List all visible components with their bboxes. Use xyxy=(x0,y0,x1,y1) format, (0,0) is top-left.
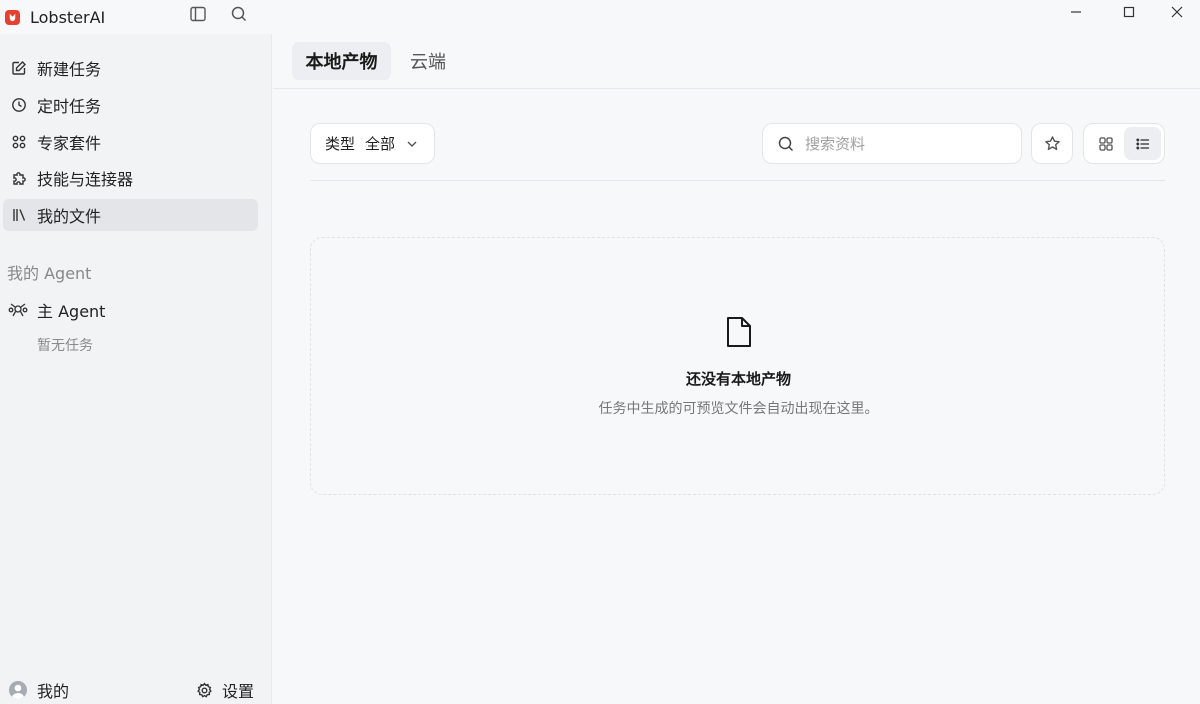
grid-dots-icon xyxy=(10,133,28,151)
empty-state-title: 还没有本地产物 xyxy=(685,370,791,388)
puzzle-icon xyxy=(10,169,28,187)
agent-item-main[interactable]: 主 Agent xyxy=(8,297,105,323)
title-bar: LobsterAI xyxy=(0,0,1200,34)
filter-value: 全部 xyxy=(365,135,396,153)
list-view-icon xyxy=(1135,136,1151,152)
sidebar-item-my-files[interactable]: 我的文件 xyxy=(3,199,258,231)
user-profile-button[interactable]: 我的 xyxy=(9,678,69,702)
sidebar-toggle-icon[interactable] xyxy=(187,3,209,25)
lobster-logo-icon xyxy=(5,9,20,25)
agent-label: 主 Agent xyxy=(37,302,106,321)
sidebar-item-new-task[interactable]: 新建任务 xyxy=(3,52,258,84)
sidebar-item-skills-connectors[interactable]: 技能与连接器 xyxy=(3,162,258,194)
list-view-button[interactable] xyxy=(1124,127,1161,160)
type-filter-dropdown[interactable]: 类型 全部 xyxy=(310,123,435,164)
agent-empty-text: 暂无任务 xyxy=(37,338,93,354)
grid-view-button[interactable] xyxy=(1087,127,1124,160)
search-icon xyxy=(777,135,795,153)
filter-type-label: 类型 xyxy=(325,135,356,153)
search-input[interactable] xyxy=(805,134,1005,153)
gear-icon xyxy=(196,681,213,699)
user-label: 我的 xyxy=(37,682,70,701)
tab-local-artifacts[interactable]: 本地产物 xyxy=(292,42,391,80)
brand: LobsterAI xyxy=(5,8,105,27)
agent-icon xyxy=(8,301,28,319)
sidebar-item-scheduled-tasks[interactable]: 定时任务 xyxy=(3,89,258,121)
clock-icon xyxy=(10,96,28,114)
empty-state-card: 还没有本地产物 任务中生成的可预览文件会自动出现在这里。 xyxy=(310,237,1165,495)
minimize-button[interactable] xyxy=(1053,0,1099,24)
tab-label: 云端 xyxy=(410,52,446,73)
sidebar-item-label: 新建任务 xyxy=(37,60,102,79)
main-panel: 本地产物 云端 类型 全部 搜索资料 还没有本地产物 任务中生成的可预览文件会自… xyxy=(273,34,1200,704)
chevron-down-icon xyxy=(405,137,419,151)
tab-label: 本地产物 xyxy=(305,52,378,73)
sidebar-item-expert-kits[interactable]: 专家套件 xyxy=(3,126,258,158)
close-button[interactable] xyxy=(1154,0,1200,24)
favorites-button[interactable] xyxy=(1031,123,1073,164)
grid-view-icon xyxy=(1098,136,1114,152)
view-mode-toggle xyxy=(1083,123,1165,164)
edit-icon xyxy=(10,59,28,77)
sidebar-item-label: 专家套件 xyxy=(37,134,102,153)
star-icon xyxy=(1044,135,1061,152)
tab-cloud[interactable]: 云端 xyxy=(400,42,456,80)
sidebar-item-label: 我的文件 xyxy=(37,207,102,226)
sidebar: 新建任务 定时任务 专家套件 技能与连接器 我的文件 我的 Agent 主 Ag… xyxy=(0,34,272,704)
library-icon xyxy=(10,206,28,224)
sidebar-item-label: 技能与连接器 xyxy=(37,170,134,189)
toolbar-divider xyxy=(310,180,1165,181)
settings-button[interactable]: 设置 xyxy=(196,678,254,702)
search-icon[interactable] xyxy=(228,3,250,25)
settings-label: 设置 xyxy=(222,682,255,701)
sidebar-item-label: 定时任务 xyxy=(37,97,102,116)
avatar xyxy=(9,681,27,699)
maximize-button[interactable] xyxy=(1106,0,1152,24)
app-window: LobsterAI 新建任务 定时任务 专家套件 技能与连接器 我的文件 我的 … xyxy=(0,0,1200,704)
file-icon xyxy=(724,315,754,349)
search-box xyxy=(762,123,1022,164)
agent-section-title: 我的 Agent xyxy=(7,264,92,283)
app-title: LobsterAI xyxy=(30,7,106,27)
tab-bar: 本地产物 云端 xyxy=(273,34,1200,89)
empty-state-description: 任务中生成的可预览文件会自动出现在这里。 xyxy=(598,401,879,417)
